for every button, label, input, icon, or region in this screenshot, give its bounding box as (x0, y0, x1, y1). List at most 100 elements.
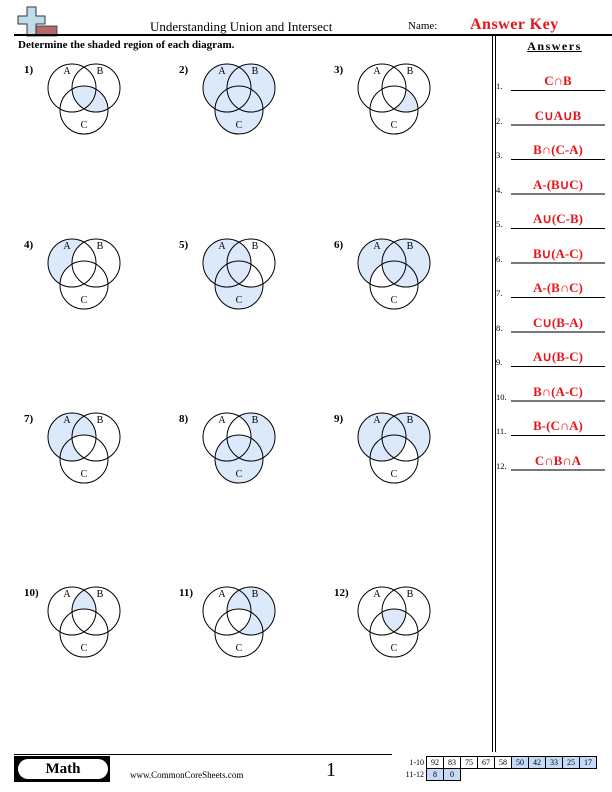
answer-line (511, 228, 605, 229)
label-b: B (407, 415, 414, 426)
label-c: C (236, 295, 243, 306)
answer-line (511, 123, 605, 126)
label-b: B (407, 66, 414, 77)
answer-number: 5. (496, 219, 503, 229)
label-c: C (81, 469, 88, 480)
answer-number: 3. (496, 150, 503, 160)
label-c: C (391, 295, 398, 306)
problem-2: 2) A B C (179, 63, 329, 174)
subject-label: Math (18, 759, 108, 779)
venn-diagram: A B C (202, 63, 276, 135)
score-cell: 33 (545, 755, 563, 769)
label-a: A (373, 66, 381, 77)
answer-number: 2. (496, 115, 503, 126)
label-b: B (97, 589, 104, 600)
venn-diagram: A B C (357, 586, 431, 658)
answer-line (511, 399, 605, 402)
site-url: www.CommonCoreSheets.com (130, 770, 244, 780)
score-row: 1-10 92 83 75 67 58 50 42 33 25 17 (390, 755, 597, 769)
answer-line (511, 297, 605, 298)
label-a: A (373, 415, 381, 426)
problem-5: 5) A B C (179, 238, 329, 349)
score-cell: 50 (511, 755, 529, 769)
label-a: A (218, 66, 226, 77)
score-cell: 67 (477, 755, 495, 769)
problem-number: 2) (179, 64, 189, 76)
label-a: A (218, 241, 226, 252)
answer-text: B∪(A-C) (533, 245, 583, 261)
answer-number: 1. (496, 81, 503, 91)
label-a: A (63, 241, 71, 252)
label-b: B (252, 589, 259, 600)
problem-6: 6) A B C (334, 238, 484, 349)
venn-diagram: A B C (47, 412, 121, 484)
answer-number: 9. (496, 357, 503, 367)
score-table: 1-10 92 83 75 67 58 50 42 33 25 17 11-12 8 0 (390, 755, 597, 781)
problem-number: 6) (334, 239, 344, 251)
problem-1: 1) A B C (24, 63, 174, 174)
label-a: A (63, 589, 71, 600)
answer-text: B-(C∩A) (533, 418, 583, 433)
problem-number: 8) (179, 413, 189, 425)
problem-number: 12) (334, 587, 349, 599)
answer-row-6: 6. B∪(A-C) (496, 246, 612, 266)
problem-number: 11) (179, 587, 194, 599)
answer-row-8: 8. C∪(B-A) (496, 315, 612, 335)
label-b: B (407, 241, 414, 252)
label-b: B (97, 66, 104, 77)
answer-text: B∩(A-C) (533, 383, 583, 399)
label-c: C (391, 469, 398, 480)
problem-number: 7) (24, 413, 34, 425)
label-b: B (97, 415, 104, 426)
answer-number: 6. (496, 253, 503, 264)
answer-line (511, 330, 605, 333)
problem-10: 10) A B C (24, 586, 174, 697)
venn-diagram: A B C (202, 412, 276, 484)
answer-number: 11. (496, 426, 507, 436)
venn-diagram: A B C (357, 238, 431, 310)
answer-number: 10. (496, 391, 507, 402)
problem-12: 12) A B C (334, 586, 484, 697)
label-a: A (63, 415, 71, 426)
label-a: A (373, 241, 381, 252)
label-c: C (81, 120, 88, 131)
answer-row-1: 1. C∩B (496, 73, 612, 93)
name-label: Name: (408, 20, 438, 32)
header-divider (14, 34, 612, 36)
score-cell: 0 (443, 767, 461, 781)
answer-text: A-(B∪C) (533, 176, 583, 192)
venn-diagram: A B C (47, 63, 121, 135)
answer-line (511, 159, 605, 160)
answer-text: C∩B (544, 73, 572, 88)
venn-diagram: A B C (202, 586, 276, 658)
answer-line (511, 468, 605, 471)
score-range-label: 11-12 (405, 769, 424, 779)
venn-diagram: A B C (357, 63, 431, 135)
label-a: A (218, 589, 226, 600)
label-c: C (81, 295, 88, 306)
answer-text: C∪(B-A) (533, 314, 583, 330)
label-c: C (236, 643, 243, 654)
answer-row-10: 10. B∩(A-C) (496, 384, 612, 404)
problem-number: 5) (179, 239, 189, 251)
answer-text: A∪(C-B) (533, 211, 583, 226)
answer-text: C∩B∩A (534, 452, 582, 468)
score-cell: 8 (426, 767, 444, 781)
label-c: C (236, 120, 243, 131)
answers-title: Answers (527, 39, 582, 53)
answer-text: B∩(C-A) (533, 142, 583, 157)
venn-diagram: A B C (202, 238, 276, 310)
answer-row-3: 3. B∩(C-A) (496, 142, 612, 162)
venn-diagram: A B C (47, 238, 121, 310)
answer-text: A∪(B-C) (533, 349, 583, 364)
plus-ruler-logo-icon (17, 6, 58, 37)
score-cell: 58 (494, 755, 512, 769)
problem-3: 3) A B C (334, 63, 484, 174)
venn-diagram: A B C (357, 412, 431, 484)
answer-number: 7. (496, 288, 503, 298)
venn-diagram: A B C (47, 586, 121, 658)
answer-row-12: 12. C∩B∩A (496, 453, 612, 473)
problem-7: 7) A B C (24, 412, 174, 523)
answer-line (511, 192, 605, 195)
answer-line (511, 366, 605, 367)
